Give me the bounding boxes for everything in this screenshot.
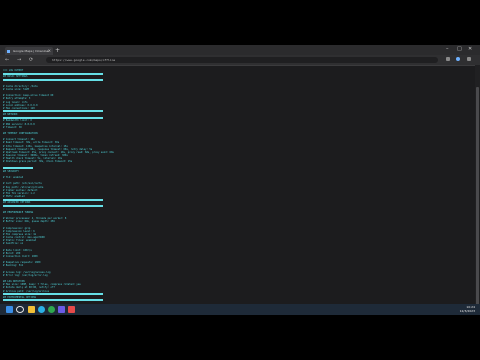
reload-button[interactable]: ⟳ <box>29 56 33 64</box>
profile-avatar-icon[interactable] <box>456 57 460 61</box>
start-menu-icon[interactable] <box>6 306 13 313</box>
log-line: ## TIMEOUT CONFIGURATION <box>3 132 38 135</box>
tab-close-icon[interactable]: × <box>48 47 51 55</box>
log-line: # Cache size: 512M <box>3 87 29 91</box>
windows-taskbar: 10:24 12/3/2023 <box>0 304 480 315</box>
back-button[interactable]: ← <box>5 56 9 64</box>
log-line: # Timeout: 30 <box>3 125 22 129</box>
page-content: === LOG OUTPUT ## BASIC SETTINGS # Cache d… <box>0 65 474 315</box>
section-divider <box>3 78 103 81</box>
log-line: # Backlog: 511 <box>3 264 24 268</box>
app-icon[interactable] <box>68 306 75 313</box>
clock-date: 12/3/2023 <box>459 308 475 313</box>
system-clock[interactable]: 10:24 12/3/2023 <box>445 305 475 313</box>
log-line: # Shutdown grace period: 30s, drain time… <box>3 160 73 164</box>
maximize-button[interactable]: □ <box>457 46 462 52</box>
file-explorer-icon[interactable] <box>28 306 35 313</box>
log-line: # TLS: enabled <box>3 176 24 180</box>
address-bar[interactable]: https://www.google.com/maps/offline <box>46 57 438 63</box>
minimize-button[interactable]: – <box>446 46 449 52</box>
log-line: ## ADVANCED OPTIONS <box>3 201 31 205</box>
close-window-button[interactable]: ✕ <box>468 46 472 52</box>
log-line: # HSTS: enabled <box>3 195 25 198</box>
browser-tab-bar: Google Maps | Download offline map × + –… <box>0 45 480 55</box>
log-line: ## PERFORMANCE TUNING <box>3 210 34 214</box>
log-line: === LOG OUTPUT <box>3 69 24 72</box>
section-divider <box>3 110 103 113</box>
log-line: ## NETWORK <box>3 113 18 117</box>
search-icon[interactable] <box>16 306 24 313</box>
browser-menu-icon[interactable] <box>467 57 471 61</box>
favicon-icon <box>7 49 10 53</box>
forward-button[interactable]: → <box>17 56 21 64</box>
log-line: ## EXPERIMENTAL OPTIONS <box>3 295 37 299</box>
section-divider <box>3 204 103 207</box>
log-line: # Archive path: /var/log/archive <box>3 289 50 293</box>
scrollbar-track[interactable] <box>475 65 480 315</box>
scrollbar-thumb[interactable] <box>476 87 479 311</box>
log-line: # Max connections: 128 <box>3 106 35 110</box>
log-line: # Buffer size: 64k, queue depth: 256 <box>3 220 55 224</box>
new-tab-button[interactable]: + <box>55 47 60 54</box>
log-line: ## SECURITY <box>3 169 19 173</box>
log-line: # Sendfile: on <box>3 242 24 246</box>
bookmark-star-icon[interactable] <box>446 57 450 61</box>
store-icon[interactable] <box>58 306 65 313</box>
screen: Google Maps | Download offline map × + –… <box>0 45 480 315</box>
browser-tab[interactable]: Google Maps | Download offline map × <box>5 47 53 55</box>
tab-title: Google Maps | Download offline map <box>12 49 49 53</box>
chrome-icon[interactable] <box>48 306 55 313</box>
edge-icon[interactable] <box>38 306 45 313</box>
log-line: ## BASIC SETTINGS <box>3 75 28 79</box>
section-divider <box>3 299 103 302</box>
log-line: # Error log: /var/log/error.log <box>3 273 48 277</box>
log-line: # Connection limit: 1000 <box>3 254 38 258</box>
